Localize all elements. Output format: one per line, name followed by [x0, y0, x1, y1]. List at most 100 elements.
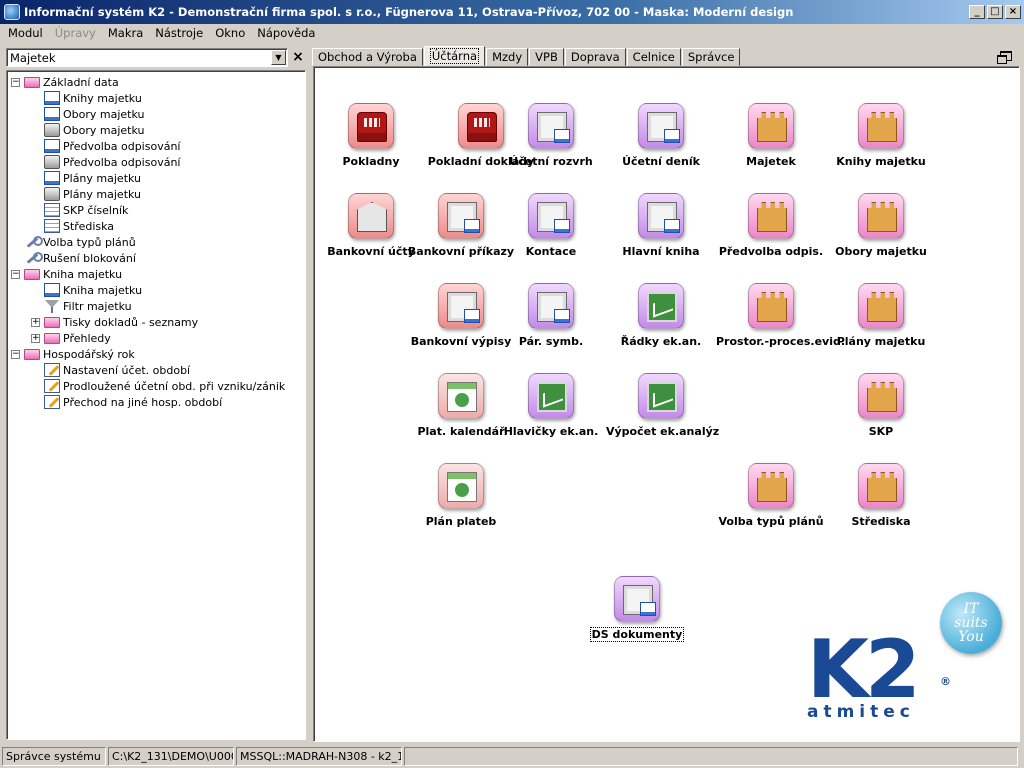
tree-item[interactable]: Plány majetku [44, 186, 141, 202]
tree-item[interactable]: − Kniha majetku [11, 266, 122, 282]
k2-logo-subtitle: atmitec [807, 702, 915, 722]
menu-okno[interactable]: Okno [209, 26, 251, 40]
tab-5[interactable]: Celnice [626, 48, 681, 66]
tree-item-label: Přechod na jiné hosp. období [63, 395, 223, 409]
tile-glyph [867, 382, 897, 412]
tile-16[interactable]: Plány majetku [826, 283, 936, 348]
tab-4[interactable]: Doprava [564, 48, 626, 66]
castle-icon [858, 373, 904, 419]
tab-1[interactable]: Účtárna [423, 46, 486, 66]
minimize-button[interactable]: _ [969, 5, 985, 19]
tree-item-label: Tisky dokladů - seznamy [63, 315, 199, 329]
tab-2[interactable]: Mzdy [486, 48, 529, 66]
tab-0[interactable]: Obchod a Výroba [312, 48, 423, 66]
tree-item[interactable]: Plány majetku [44, 170, 141, 186]
close-button[interactable]: × [1005, 5, 1021, 19]
tree-item-label: Rušení blokování [43, 251, 136, 265]
tile-glyph [623, 585, 656, 616]
tree-item[interactable]: + Tisky dokladů - seznamy [31, 314, 198, 330]
expand-icon[interactable]: + [31, 333, 40, 343]
tile-label-text: SKP [868, 425, 894, 438]
collapse-icon[interactable]: − [11, 349, 20, 359]
tree-item[interactable]: Předvolba odpisování [44, 154, 180, 170]
tile-label: Volba typů plánů [716, 515, 826, 528]
navigator-tree[interactable]: − Základní data Knihy majetku Obory majetku… [6, 70, 306, 740]
tile-label: Hlavní kniha [606, 245, 716, 258]
tile-label: Knihy majetku [826, 155, 936, 168]
tree-item[interactable]: Kniha majetku [44, 282, 142, 298]
tile-24[interactable]: DS dokumenty [582, 576, 692, 642]
tile-8[interactable]: Kontace [496, 193, 606, 258]
tile-13[interactable]: Pár. symb. [496, 283, 606, 348]
chevron-down-icon[interactable]: ▼ [271, 50, 286, 65]
tree-item[interactable]: Nastavení účet. období [44, 362, 190, 378]
badge-line-2: suits [954, 615, 988, 631]
tree-item[interactable]: Předvolba odpisování [44, 138, 180, 154]
castle-icon [858, 103, 904, 149]
tile-0[interactable]: Pokladny [316, 103, 426, 168]
menu-nastroje[interactable]: Nástroje [149, 26, 209, 40]
tile-23[interactable]: Střediska [826, 463, 936, 528]
tree-item[interactable]: − Základní data [11, 74, 119, 90]
restore-window-icon[interactable] [997, 51, 1012, 64]
tree-item[interactable]: + Přehledy [31, 330, 111, 346]
tile-15[interactable]: Prostor.-proces.evid. [716, 283, 845, 348]
close-icon[interactable]: × [290, 49, 306, 65]
tree-item-label: Základní data [43, 75, 119, 89]
tile-22[interactable]: Volba typů plánů [716, 463, 826, 528]
collapse-icon[interactable]: − [11, 269, 20, 279]
tree-item[interactable]: Střediska [44, 218, 114, 234]
menu-modul[interactable]: Modul [2, 26, 49, 40]
tab-label: Doprava [570, 50, 620, 64]
expand-icon[interactable]: + [31, 317, 40, 327]
maximize-button[interactable]: □ [987, 5, 1003, 19]
menu-napoveda[interactable]: Nápověda [251, 26, 321, 40]
tile-label-text: Hlavní kniha [622, 245, 700, 258]
tree-item[interactable]: Obory majetku [44, 122, 145, 138]
status-bar: Správce systému K2 C:\K2_131\DEMO\U0001 … [0, 745, 1024, 768]
module-select[interactable]: Majetek ▼ [6, 48, 288, 67]
tree-item[interactable]: Rušení blokování [24, 250, 136, 266]
window-title: Informační systém K2 - Demonstrační firm… [24, 5, 794, 19]
tab-3[interactable]: VPB [529, 48, 564, 66]
collapse-icon[interactable]: − [11, 77, 20, 87]
tile-4[interactable]: Majetek [716, 103, 826, 168]
tree-item[interactable]: Knihy majetku [44, 90, 142, 106]
tree-item[interactable]: Filtr majetku [44, 298, 132, 314]
tile-label: Pár. symb. [496, 335, 606, 348]
book-icon [44, 139, 60, 153]
tile-10[interactable]: Předvolba odpis. [716, 193, 826, 258]
tile-5[interactable]: Knihy majetku [826, 103, 936, 168]
bank-icon [348, 193, 394, 239]
tree-item[interactable]: SKP číselník [44, 202, 128, 218]
tile-2[interactable]: Účetní rozvrh [496, 103, 606, 168]
table-icon [44, 203, 60, 217]
tree-item[interactable]: Obory majetku [44, 106, 145, 122]
folder-icon [44, 333, 60, 344]
tile-21[interactable]: Plán plateb [406, 463, 516, 528]
tile-20[interactable]: SKP [826, 373, 936, 438]
tree-item[interactable]: Prodloužené účetní obd. při vzniku/zánik [44, 378, 285, 394]
tile-label-text: Knihy majetku [836, 155, 926, 168]
folder-icon [44, 317, 60, 328]
tree-item-label: Střediska [63, 219, 115, 233]
menu-upravy[interactable]: Úpravy [49, 26, 102, 40]
tree-item[interactable]: − Hospodářský rok [11, 346, 135, 362]
tab-6[interactable]: Správce [681, 48, 741, 66]
tile-19[interactable]: Výpočet ek.analýz [606, 373, 719, 438]
tile-14[interactable]: Řádky ek.an. [606, 283, 716, 348]
tree-item-label: Plány majetku [63, 187, 142, 201]
tile-3[interactable]: Účetní deník [606, 103, 716, 168]
tile-9[interactable]: Hlavní kniha [606, 193, 716, 258]
status-path: C:\K2_131\DEMO\U0001 [108, 747, 234, 766]
tile-label-text: Hlavičky ek.an. [503, 425, 599, 438]
tree-item[interactable]: Přechod na jiné hosp. období [44, 394, 222, 410]
app-icon[interactable] [4, 4, 20, 20]
tile-glyph [447, 382, 477, 412]
tree-item[interactable]: Volba typů plánů [24, 234, 136, 250]
tile-label-text: DS dokumenty [589, 627, 685, 642]
menu-makra[interactable]: Makra [102, 26, 149, 40]
tree-item-label: Filtr majetku [63, 299, 132, 313]
tile-11[interactable]: Obory majetku [826, 193, 936, 258]
tile-18[interactable]: Hlavičky ek.an. [496, 373, 606, 438]
